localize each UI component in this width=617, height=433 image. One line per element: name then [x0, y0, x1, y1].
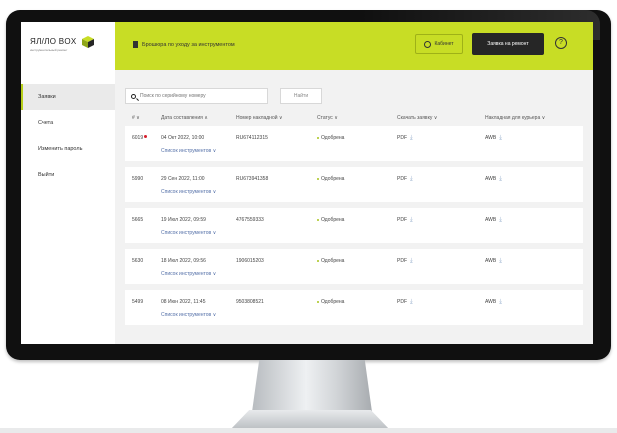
download-icon: ⤓ [410, 176, 413, 182]
table-row: 5665 19 Июл 2022, 09:59 Список инструмен… [125, 208, 583, 243]
tools-list-link[interactable]: Список инструментов ∨ [161, 312, 216, 318]
download-icon: ⤓ [410, 217, 413, 223]
header-bar: Брошюра по уходу за инструментом Кабинет… [115, 22, 593, 70]
row-status: Одобрена [317, 135, 344, 141]
search-icon [131, 93, 136, 99]
new-indicator-dot [144, 135, 148, 138]
table-row: 5990 29 Сен 2022, 11:00 Список инструмен… [125, 167, 583, 202]
logo-text: ЯЛ/ЛО BOX [30, 37, 77, 46]
pdf-download[interactable]: PDF ⤓ [397, 176, 413, 183]
row-invoice: 9503808521 [236, 299, 264, 305]
download-icon: ⤓ [499, 135, 502, 141]
cabinet-button[interactable]: Кабинет [415, 34, 463, 54]
row-invoice: 1906015203 [236, 258, 264, 264]
row-status: Одобрена [317, 217, 344, 223]
column-date[interactable]: Дата составления ∧ [161, 115, 208, 121]
download-icon: ⤓ [499, 217, 502, 223]
download-icon: ⤓ [499, 299, 502, 305]
user-icon [424, 40, 432, 48]
table-header: # ∨ Дата составления ∧ Номер накладной ∨… [125, 110, 583, 126]
monitor-neck [252, 360, 372, 412]
cube-icon [82, 36, 94, 48]
table-row: 5630 18 Июл 2022, 09:56 Список инструмен… [125, 249, 583, 284]
awb-download[interactable]: AWB ⤓ [485, 299, 502, 306]
awb-download[interactable]: AWB ⤓ [485, 176, 502, 183]
row-status: Одобрена [317, 299, 344, 305]
care-brochure-label: Брошюра по уходу за инструментом [142, 41, 235, 48]
download-icon: ⤓ [410, 135, 413, 141]
cabinet-label: Кабинет [434, 41, 454, 47]
row-invoice: RU673941358 [236, 176, 269, 182]
sidebar-item-invoices[interactable]: Счета [21, 110, 115, 136]
download-icon: ⤓ [410, 258, 413, 264]
repair-request-button[interactable]: Заявка на ремонт [472, 33, 544, 55]
sidebar: ЯЛ/ЛО BOX инструментальный ремонт Заявки… [21, 22, 115, 344]
awb-download[interactable]: AWB ⤓ [485, 135, 502, 142]
column-courier[interactable]: Накладная для курьера ∨ [485, 115, 545, 121]
search-button[interactable]: Найти [280, 88, 322, 104]
screen: ЯЛ/ЛО BOX инструментальный ремонт Заявки… [21, 22, 593, 344]
row-id: 5499 [132, 299, 144, 305]
row-id: 6019 [132, 135, 148, 141]
sidebar-item-requests[interactable]: Заявки [21, 84, 115, 110]
download-icon: ⤓ [499, 176, 502, 182]
row-date: 04 Окт 2022, 10:00 [161, 135, 205, 141]
row-status: Одобрена [317, 176, 344, 182]
monitor-base [230, 410, 390, 430]
search-input[interactable] [140, 93, 255, 99]
row-date: 19 Июл 2022, 09:59 [161, 217, 206, 223]
row-status: Одобрена [317, 258, 344, 264]
table-row: 5499 08 Июн 2022, 11:45 Список инструмен… [125, 290, 583, 325]
row-id: 5665 [132, 217, 144, 223]
pdf-download[interactable]: PDF ⤓ [397, 299, 413, 306]
column-status[interactable]: Статус ∨ [317, 115, 338, 121]
awb-download[interactable]: AWB ⤓ [485, 258, 502, 265]
row-date: 18 Июл 2022, 09:56 [161, 258, 206, 264]
pdf-download[interactable]: PDF ⤓ [397, 217, 413, 224]
sidebar-nav: Заявки Счета Изменить пароль Выйти [21, 84, 115, 188]
download-icon: ⤓ [499, 258, 502, 264]
column-download[interactable]: Скачать заявку ∨ [397, 115, 437, 121]
care-brochure-link[interactable]: Брошюра по уходу за инструментом [133, 41, 235, 48]
row-invoice: 4767559333 [236, 217, 264, 223]
tools-list-link[interactable]: Список инструментов ∨ [161, 230, 216, 236]
tools-list-link[interactable]: Список инструментов ∨ [161, 148, 216, 154]
help-icon[interactable]: ? [555, 37, 567, 49]
document-icon [133, 41, 138, 48]
sidebar-item-logout[interactable]: Выйти [21, 162, 115, 188]
tools-list-link[interactable]: Список инструментов ∨ [161, 189, 216, 195]
row-invoice: RU674112315 [236, 135, 268, 141]
logo-tagline: инструментальный ремонт [30, 48, 68, 52]
download-icon: ⤓ [410, 299, 413, 305]
main-content: Найти # ∨ Дата составления ∧ Номер накла… [115, 70, 593, 344]
floor-shadow [0, 428, 617, 433]
row-id: 5630 [132, 258, 144, 264]
sidebar-item-change-password[interactable]: Изменить пароль [21, 136, 115, 162]
pdf-download[interactable]: PDF ⤓ [397, 258, 413, 265]
table-row: 6019 04 Окт 2022, 10:00 Список инструмен… [125, 126, 583, 161]
pdf-download[interactable]: PDF ⤓ [397, 135, 413, 142]
requests-table: # ∨ Дата составления ∧ Номер накладной ∨… [125, 110, 583, 331]
column-invoice[interactable]: Номер накладной ∨ [236, 115, 283, 121]
row-date: 29 Сен 2022, 11:00 [161, 176, 205, 182]
column-id[interactable]: # ∨ [132, 115, 140, 121]
row-id: 5990 [132, 176, 144, 182]
tools-list-link[interactable]: Список инструментов ∨ [161, 271, 216, 277]
row-date: 08 Июн 2022, 11:45 [161, 299, 206, 305]
search-box [125, 88, 268, 104]
awb-download[interactable]: AWB ⤓ [485, 217, 502, 224]
